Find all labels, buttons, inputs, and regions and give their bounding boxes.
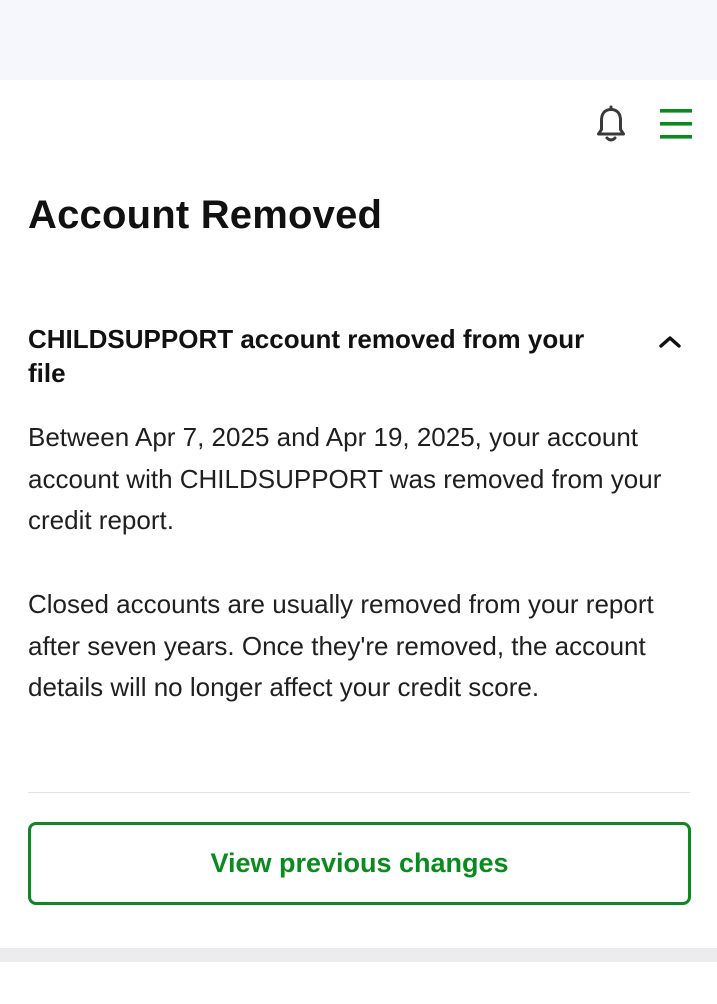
footer-separator — [0, 948, 717, 962]
bell-icon[interactable] — [594, 104, 628, 144]
page-title: Account Removed — [28, 193, 383, 237]
info-paragraph: Closed accounts are usually removed from… — [28, 589, 654, 702]
description-paragraph: Between Apr 7, 2025 and Apr 19, 2025, yo… — [28, 422, 662, 535]
status-bar-area — [0, 0, 717, 80]
divider — [28, 792, 690, 793]
chevron-up-icon[interactable] — [656, 328, 684, 356]
accordion-toggle[interactable]: CHILDSUPPORT account removed from your f… — [28, 322, 690, 392]
menu-icon[interactable] — [658, 106, 694, 142]
view-previous-changes-button[interactable]: View previous changes — [28, 822, 691, 905]
accordion-title: CHILDSUPPORT account removed from your f… — [28, 324, 585, 388]
